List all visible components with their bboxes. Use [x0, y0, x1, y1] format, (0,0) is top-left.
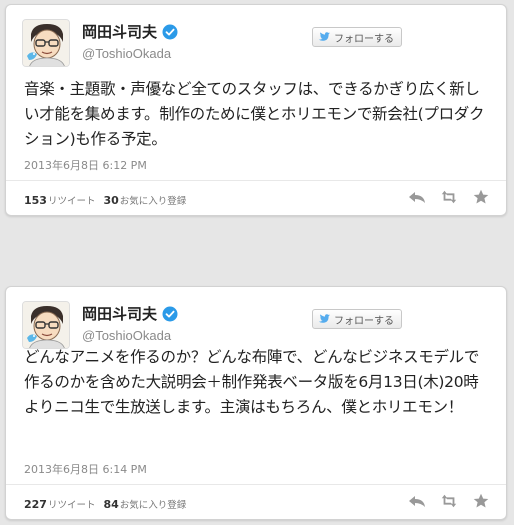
favorites-label: お気に入り登録	[119, 500, 187, 511]
retweets-stat[interactable]: 153リツイート	[24, 193, 95, 207]
favorites-label: お気に入り登録	[119, 196, 187, 207]
favorites-count: 84	[103, 498, 119, 511]
tweet-stats: 153リツイート 30お気に入り登録	[24, 193, 186, 207]
tweet-timestamp[interactable]: 2013年6月8日 6:14 PM	[24, 461, 147, 477]
avatar-portrait-icon	[23, 302, 69, 348]
tweet-card: 岡田斗司夫 @ToshioOkada フォローする 音楽・主題歌・声優など全ての…	[5, 4, 507, 216]
divider	[6, 484, 506, 485]
retweets-label: リツイート	[47, 500, 96, 511]
retweet-icon[interactable]	[440, 189, 458, 205]
avatar-portrait-icon	[23, 20, 69, 66]
follow-button[interactable]: フォローする	[312, 309, 402, 329]
twitter-bird-icon	[318, 314, 330, 323]
retweets-count: 153	[24, 194, 47, 207]
reply-icon[interactable]	[408, 493, 426, 509]
follow-button-label: フォローする	[334, 315, 394, 327]
tweet-text: 音楽・主題歌・声優など全てのスタッフは、できるかぎり広く新しい才能を集めます。制…	[24, 80, 485, 148]
follow-button-label: フォローする	[334, 33, 394, 45]
favorites-stat[interactable]: 84お気に入り登録	[103, 497, 186, 511]
follow-button[interactable]: フォローする	[312, 27, 402, 47]
verified-badge-icon	[162, 306, 178, 321]
display-name[interactable]: 岡田斗司夫	[82, 303, 157, 324]
tweet-stats: 227リツイート 84お気に入り登録	[24, 497, 186, 511]
tweet-card: 岡田斗司夫 @ToshioOkada フォローする どんなアニメを作るのか？どん…	[5, 286, 507, 520]
screen-name[interactable]: @ToshioOkada	[82, 46, 178, 61]
retweets-count: 227	[24, 498, 47, 511]
favorites-stat[interactable]: 30お気に入り登録	[103, 193, 186, 207]
favorites-count: 30	[103, 194, 119, 207]
star-icon[interactable]	[472, 493, 490, 509]
divider	[6, 180, 506, 181]
retweet-icon[interactable]	[440, 493, 458, 509]
user-block: 岡田斗司夫 @ToshioOkada	[82, 21, 178, 61]
twitter-bird-icon	[318, 32, 330, 41]
star-icon[interactable]	[472, 189, 490, 205]
user-block: 岡田斗司夫 @ToshioOkada	[82, 303, 178, 343]
avatar[interactable]	[22, 301, 70, 349]
tweet-text: どんなアニメを作るのか？どんな布陣で、どんなビジネスモデルで作るのかを含めた大説…	[24, 348, 480, 416]
tweet-timestamp[interactable]: 2013年6月8日 6:12 PM	[24, 157, 147, 173]
retweets-stat[interactable]: 227リツイート	[24, 497, 95, 511]
tweet-actions	[408, 189, 490, 205]
avatar[interactable]	[22, 19, 70, 67]
retweets-label: リツイート	[47, 196, 96, 207]
tweet-actions	[408, 493, 490, 509]
screen-name[interactable]: @ToshioOkada	[82, 328, 178, 343]
reply-icon[interactable]	[408, 189, 426, 205]
display-name[interactable]: 岡田斗司夫	[82, 21, 157, 42]
verified-badge-icon	[162, 24, 178, 39]
